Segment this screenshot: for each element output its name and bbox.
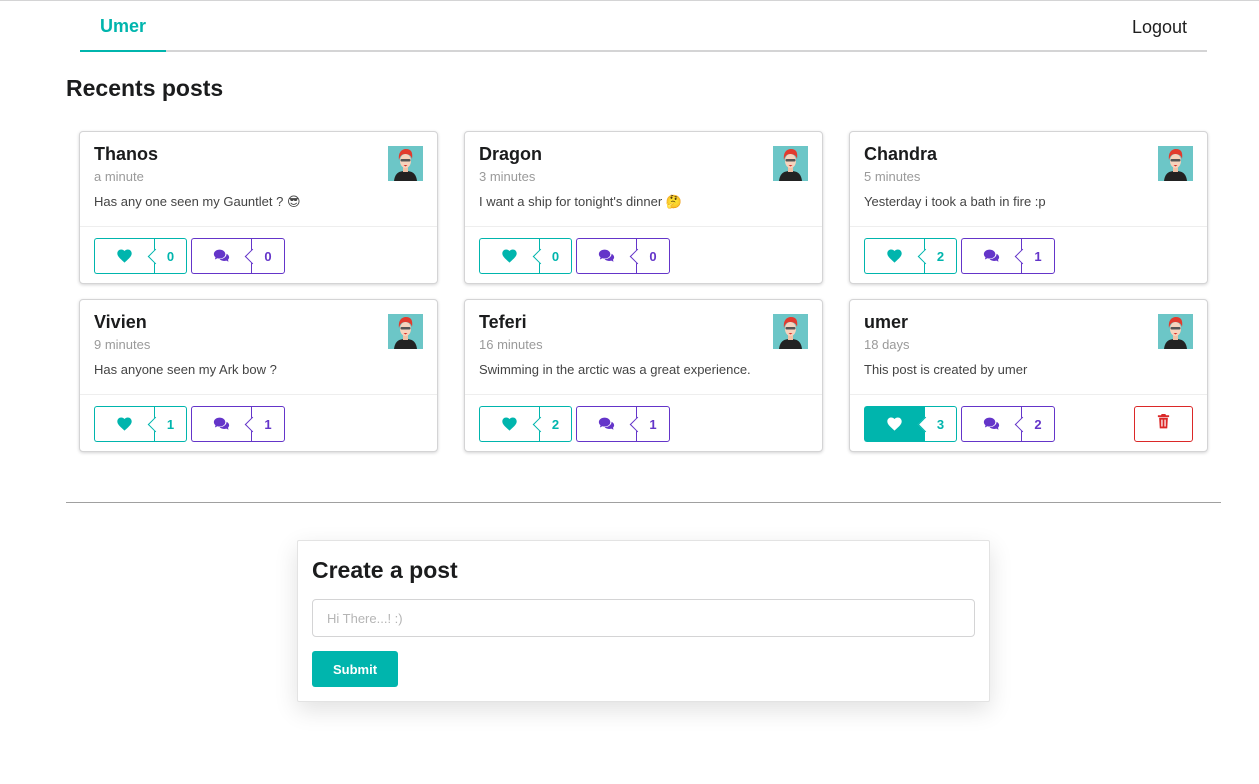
like-button[interactable]: 0: [479, 238, 572, 274]
comments-icon: [576, 238, 636, 274]
logout-link[interactable]: Logout: [1132, 1, 1187, 53]
like-count: 1: [154, 406, 187, 442]
post-actions: 21: [465, 394, 822, 452]
comments-icon: [576, 406, 636, 442]
post-input[interactable]: [312, 599, 975, 637]
avatar: [773, 314, 808, 349]
post-card: umer 18 days This post is created by umer 3…: [849, 299, 1208, 452]
comments-icon: [961, 238, 1021, 274]
submit-button[interactable]: Submit: [312, 651, 398, 687]
comment-button[interactable]: 0: [191, 238, 285, 274]
heart-icon: [479, 406, 539, 442]
post-card: Chandra 5 minutes Yesterday i took a bath …: [849, 131, 1208, 284]
heart-icon: [94, 238, 154, 274]
avatar: [388, 146, 423, 181]
like-count: 3: [924, 406, 957, 442]
post-card: Vivien 9 minutes Has anyone seen my Ark bo…: [79, 299, 438, 452]
post-time: 3 minutes: [479, 169, 536, 184]
avatar: [773, 146, 808, 181]
like-button[interactable]: 3: [864, 406, 957, 442]
post-time: 18 days: [864, 337, 910, 352]
post-author: umer: [864, 312, 909, 332]
heart-icon: [864, 238, 924, 274]
comment-button[interactable]: 2: [961, 406, 1055, 442]
comment-button[interactable]: 0: [576, 238, 670, 274]
comment-count: 0: [251, 238, 285, 274]
comment-count: 0: [636, 238, 670, 274]
create-post-form: Create a post Submit: [297, 540, 990, 702]
post-time: 5 minutes: [864, 169, 921, 184]
post-card: Thanos a minute Has any one seen my Gauntl…: [79, 131, 438, 284]
nav-brand-tab[interactable]: Umer: [80, 1, 167, 52]
delete-button[interactable]: [1134, 406, 1193, 442]
comment-button[interactable]: 1: [191, 406, 285, 442]
post-time: a minute: [94, 169, 144, 184]
post-actions: 00: [80, 226, 437, 284]
heart-icon: [479, 238, 539, 274]
post-time: 9 minutes: [94, 337, 151, 352]
avatar: [388, 314, 423, 349]
page-title: Recents posts: [66, 75, 224, 101]
like-count: 2: [539, 406, 572, 442]
comment-count: 1: [1021, 238, 1055, 274]
post-card: Dragon 3 minutes I want a ship for tonight…: [464, 131, 823, 284]
post-text: Has any one seen my Gauntlet ? 😎: [94, 194, 301, 209]
divider: [66, 502, 1221, 503]
comment-count: 1: [251, 406, 285, 442]
like-count: 0: [539, 238, 572, 274]
post-actions: 00: [465, 226, 822, 284]
like-button[interactable]: 2: [864, 238, 957, 274]
post-text: Has anyone seen my Ark bow ?: [94, 362, 277, 377]
post-actions: 21: [850, 226, 1207, 284]
post-text: Yesterday i took a bath in fire :p: [864, 194, 1046, 209]
trash-icon: [1157, 414, 1170, 434]
comments-icon: [961, 406, 1021, 442]
heart-icon: [94, 406, 154, 442]
avatar: [1158, 314, 1193, 349]
post-author: Thanos: [94, 144, 159, 164]
top-menu: Umer Logout: [80, 1, 1207, 52]
post-author: Chandra: [864, 144, 938, 164]
post-actions: 11: [80, 394, 437, 452]
comment-button[interactable]: 1: [576, 406, 670, 442]
post-text: Swimming in the arctic was a great exper…: [479, 362, 751, 377]
post-author: Dragon: [479, 144, 542, 164]
like-count: 0: [154, 238, 187, 274]
post-actions: 32: [850, 394, 1207, 452]
like-button[interactable]: 2: [479, 406, 572, 442]
heart-icon: [864, 406, 924, 442]
comments-icon: [191, 406, 251, 442]
post-card: Teferi 16 minutes Swimming in the arctic w…: [464, 299, 823, 452]
post-text: This post is created by umer: [864, 362, 1028, 377]
post-author: Teferi: [479, 312, 527, 332]
comments-icon: [191, 238, 251, 274]
post-time: 16 minutes: [479, 337, 543, 352]
avatar: [1158, 146, 1193, 181]
like-button[interactable]: 1: [94, 406, 187, 442]
comment-button[interactable]: 1: [961, 238, 1055, 274]
post-text: I want a ship for tonight's dinner 🤔: [479, 194, 682, 209]
comment-count: 1: [636, 406, 670, 442]
like-count: 2: [924, 238, 957, 274]
like-button[interactable]: 0: [94, 238, 187, 274]
create-post-title: Create a post: [312, 557, 458, 583]
post-author: Vivien: [94, 312, 147, 332]
comment-count: 2: [1021, 406, 1055, 442]
